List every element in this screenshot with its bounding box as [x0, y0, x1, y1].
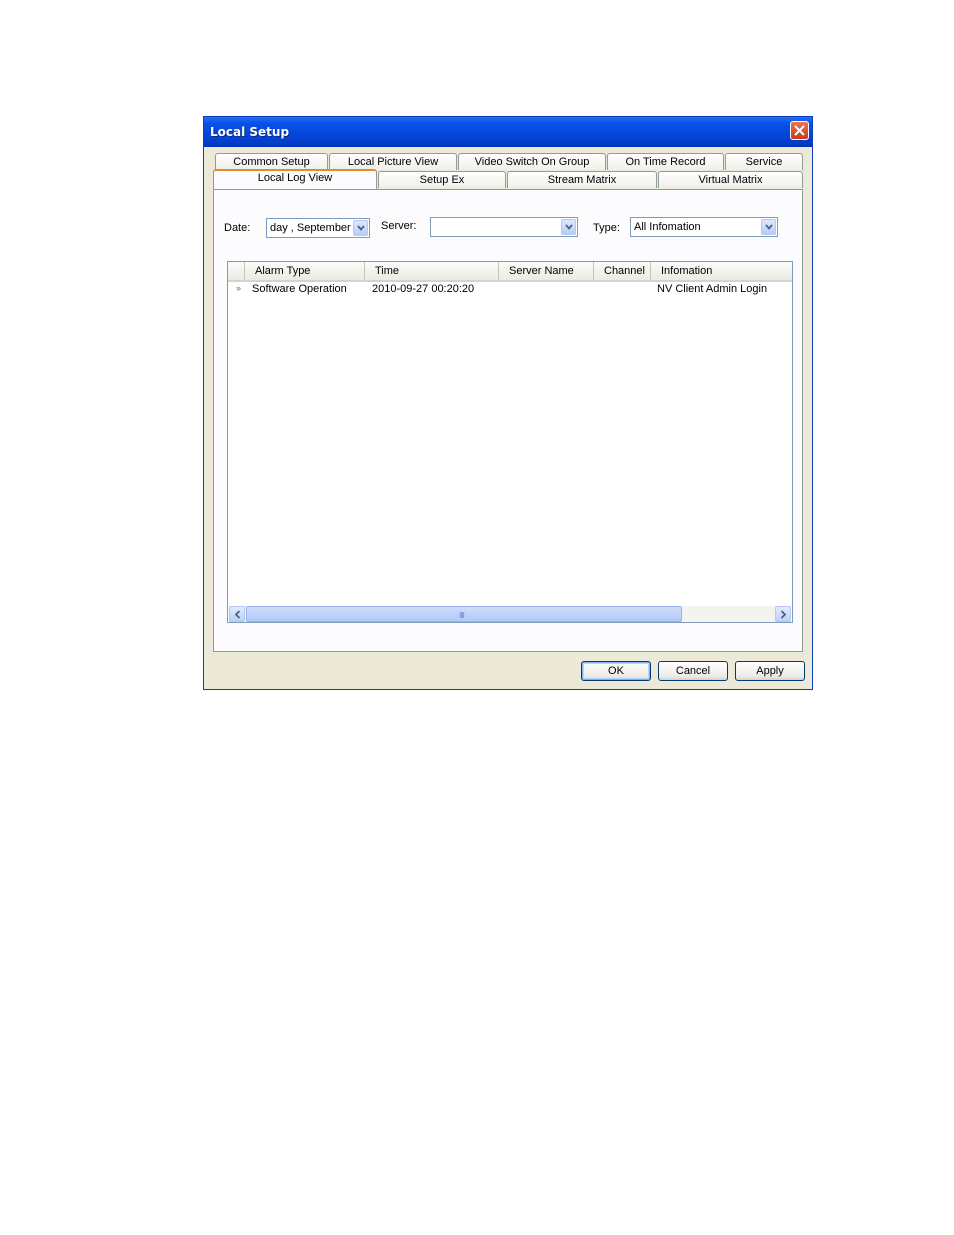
chevron-left-icon: [234, 610, 241, 619]
column-header-alarm-type[interactable]: Alarm Type: [245, 262, 365, 280]
log-list[interactable]: Alarm Type Time Server Name Channel Info…: [227, 261, 793, 623]
date-picker[interactable]: day , September: [266, 218, 370, 238]
tab-local-picture-view[interactable]: Local Picture View: [329, 153, 457, 170]
column-header-time[interactable]: Time: [365, 262, 499, 280]
tab-on-time-record[interactable]: On Time Record: [607, 153, 724, 170]
scroll-grip-icon: IIII: [459, 611, 465, 620]
date-dropdown-button[interactable]: [353, 220, 368, 236]
apply-button[interactable]: Apply: [735, 661, 805, 681]
tab-setup-ex[interactable]: Setup Ex: [378, 171, 506, 188]
chevron-right-icon: [780, 610, 787, 619]
ok-button[interactable]: OK: [581, 661, 651, 681]
chevron-down-icon: [565, 224, 573, 230]
dialog-client-area: Common Setup Local Picture View Video Sw…: [207, 147, 809, 687]
scroll-right-button[interactable]: [775, 606, 791, 622]
row-information: NV Client Admin Login: [657, 283, 768, 295]
type-dropdown-button[interactable]: [761, 219, 776, 235]
date-label: Date:: [224, 222, 251, 234]
close-icon: [794, 125, 805, 136]
tab-stream-matrix[interactable]: Stream Matrix: [507, 171, 657, 188]
tab-local-log-view[interactable]: Local Log View: [213, 169, 377, 189]
local-log-view-panel: Date: day , September Server: Type: All …: [213, 189, 803, 652]
server-label: Server:: [381, 220, 417, 232]
log-list-header: Alarm Type Time Server Name Channel Info…: [228, 262, 792, 282]
type-select[interactable]: All Infomation: [630, 217, 778, 237]
row-alarm-type: Software Operation: [252, 283, 347, 295]
server-select[interactable]: [430, 217, 578, 237]
tab-virtual-matrix[interactable]: Virtual Matrix: [658, 171, 803, 188]
chevron-down-icon: [357, 225, 365, 231]
chevron-down-icon: [765, 224, 773, 230]
column-header-channel[interactable]: Channel: [594, 262, 651, 280]
scroll-thumb[interactable]: IIII: [246, 606, 682, 622]
row-time: 2010-09-27 00:20:20: [372, 283, 475, 295]
window-title: Local Setup: [210, 125, 290, 139]
column-header-server-name[interactable]: Server Name: [499, 262, 594, 280]
type-label: Type:: [593, 222, 620, 234]
server-dropdown-button[interactable]: [561, 219, 576, 235]
column-header-marker[interactable]: [228, 262, 245, 280]
close-button[interactable]: [790, 121, 809, 140]
table-row[interactable]: » Software Operation 2010-09-27 00:20:20…: [228, 282, 792, 298]
cancel-button[interactable]: Cancel: [658, 661, 728, 681]
date-value: day , September: [270, 222, 351, 234]
local-setup-dialog: Local Setup Common Setup Local Picture V…: [203, 116, 813, 690]
tab-service[interactable]: Service: [725, 153, 803, 170]
tab-common-setup[interactable]: Common Setup: [215, 153, 328, 170]
column-header-infomation[interactable]: Infomation: [651, 262, 792, 280]
type-value: All Infomation: [634, 221, 701, 233]
horizontal-scrollbar[interactable]: IIII: [229, 606, 791, 622]
scroll-left-button[interactable]: [229, 606, 245, 622]
title-bar[interactable]: Local Setup: [204, 117, 812, 147]
tab-video-switch-on-group[interactable]: Video Switch On Group: [458, 153, 606, 170]
row-marker-icon: »: [236, 283, 242, 293]
